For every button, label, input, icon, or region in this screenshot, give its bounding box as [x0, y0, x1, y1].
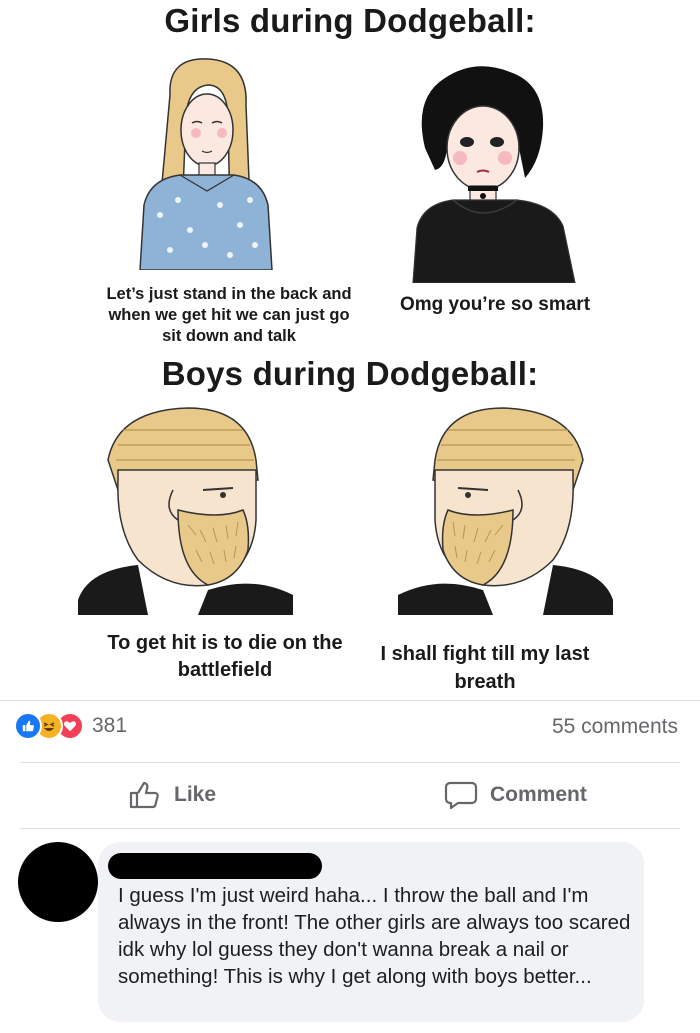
meme-title-boys: Boys during Dodgeball:	[161, 355, 539, 392]
caption-boy-2: I shall fight till my last breath	[380, 643, 590, 693]
commenter-name-redacted	[108, 853, 322, 879]
actions-bottom-divider	[20, 828, 680, 829]
commenter-avatar[interactable]	[18, 842, 98, 922]
bearded-man-illustration-right	[398, 407, 613, 615]
comment-button[interactable]: Comment	[444, 780, 587, 810]
blonde-girl-illustration	[139, 58, 273, 270]
reactions-summary[interactable]: 381	[14, 712, 127, 740]
comment-label: Comment	[490, 783, 587, 806]
comment-text: I guess I'm just weird haha... I throw t…	[118, 884, 631, 988]
like-icon	[14, 712, 42, 740]
bearded-man-illustration-left	[78, 407, 293, 615]
like-button[interactable]: Like	[128, 780, 216, 810]
like-label: Like	[174, 783, 217, 806]
caption-boy-1: To get hit is to die on the battlefield	[107, 632, 343, 681]
thumbs-up-icon	[129, 781, 159, 809]
comments-count-link[interactable]: 55 comments	[552, 715, 678, 739]
post-divider	[0, 700, 700, 701]
caption-girl-1: Let’s just stand in the back and when we…	[106, 285, 352, 345]
actions-top-divider	[20, 762, 680, 763]
caption-girl-2: Omg you’re so smart	[399, 294, 591, 315]
reaction-count: 381	[92, 714, 128, 737]
dark-haired-girl-illustration	[412, 66, 576, 283]
meme-image: Girls during Dodgeball: Let’s just stand…	[0, 0, 700, 700]
comment-bubble-icon	[444, 781, 478, 810]
meme-title-girls: Girls during Dodgeball:	[164, 2, 536, 39]
